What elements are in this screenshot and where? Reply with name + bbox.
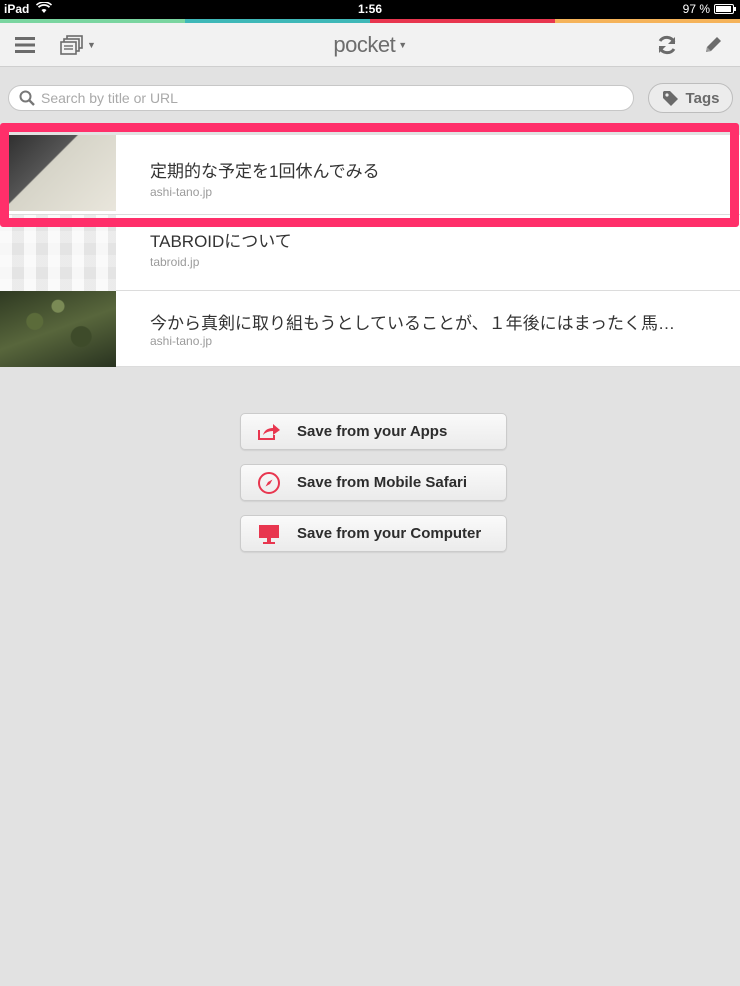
battery-percent: 97 % xyxy=(682,2,710,16)
edit-button[interactable] xyxy=(698,29,728,61)
article-list: 定期的な予定を1回休んでみる ashi-tano.jp TABROIDについて … xyxy=(0,125,740,367)
nav-bar: ▼ pocket ▼ xyxy=(0,23,740,67)
pencil-icon xyxy=(706,37,721,52)
list-view-button[interactable]: ▼ xyxy=(56,29,100,61)
app-title: pocket xyxy=(333,32,396,57)
monitor-icon xyxy=(241,523,297,545)
hamburger-icon xyxy=(15,37,35,53)
share-arrow-icon xyxy=(241,423,297,441)
article-title: TABROIDについて xyxy=(150,232,292,251)
save-option-label: Save from your Apps xyxy=(297,423,448,440)
search-field[interactable] xyxy=(8,85,634,111)
list-item[interactable]: 定期的な予定を1回休んでみる ashi-tano.jp xyxy=(0,135,740,215)
article-title: 今から真剣に取り組もうとしていることが、１年後にはまったく馬… xyxy=(150,314,675,333)
save-from-computer-button[interactable]: Save from your Computer xyxy=(240,515,507,552)
pocket-title-dropdown[interactable]: pocket ▼ xyxy=(300,29,440,61)
search-icon xyxy=(19,90,35,106)
search-bar-row: Tags xyxy=(0,67,740,125)
chevron-down-icon: ▼ xyxy=(87,40,96,50)
list-item[interactable]: 今から真剣に取り組もうとしていることが、１年後にはまったく馬… ashi-tan… xyxy=(0,291,740,367)
clock: 1:56 xyxy=(357,2,383,16)
tags-button[interactable]: Tags xyxy=(648,83,733,113)
tag-icon xyxy=(662,90,678,106)
status-bar: iPad 1:56 97 % xyxy=(0,0,740,19)
search-input[interactable] xyxy=(41,90,601,106)
article-domain: ashi-tano.jp xyxy=(150,185,213,199)
sync-button[interactable] xyxy=(652,29,682,61)
save-from-apps-button[interactable]: Save from your Apps xyxy=(240,413,507,450)
save-option-label: Save from Mobile Safari xyxy=(297,474,468,491)
article-title: 定期的な予定を1回休んでみる xyxy=(150,162,380,181)
article-domain: tabroid.jp xyxy=(150,255,200,269)
article-thumbnail xyxy=(0,135,116,211)
list-item[interactable]: TABROIDについて tabroid.jp xyxy=(0,215,740,291)
menu-button[interactable] xyxy=(10,29,40,61)
article-domain: ashi-tano.jp xyxy=(150,334,213,348)
refresh-icon xyxy=(658,35,676,55)
save-option-label: Save from your Computer xyxy=(297,525,482,542)
tags-label: Tags xyxy=(685,89,720,107)
stack-icon xyxy=(60,35,83,55)
chevron-down-icon: ▼ xyxy=(398,40,407,50)
article-thumbnail xyxy=(0,215,116,291)
save-from-safari-button[interactable]: Save from Mobile Safari xyxy=(240,464,507,501)
article-thumbnail xyxy=(0,291,116,367)
battery-icon xyxy=(714,4,736,14)
compass-icon xyxy=(241,471,297,495)
